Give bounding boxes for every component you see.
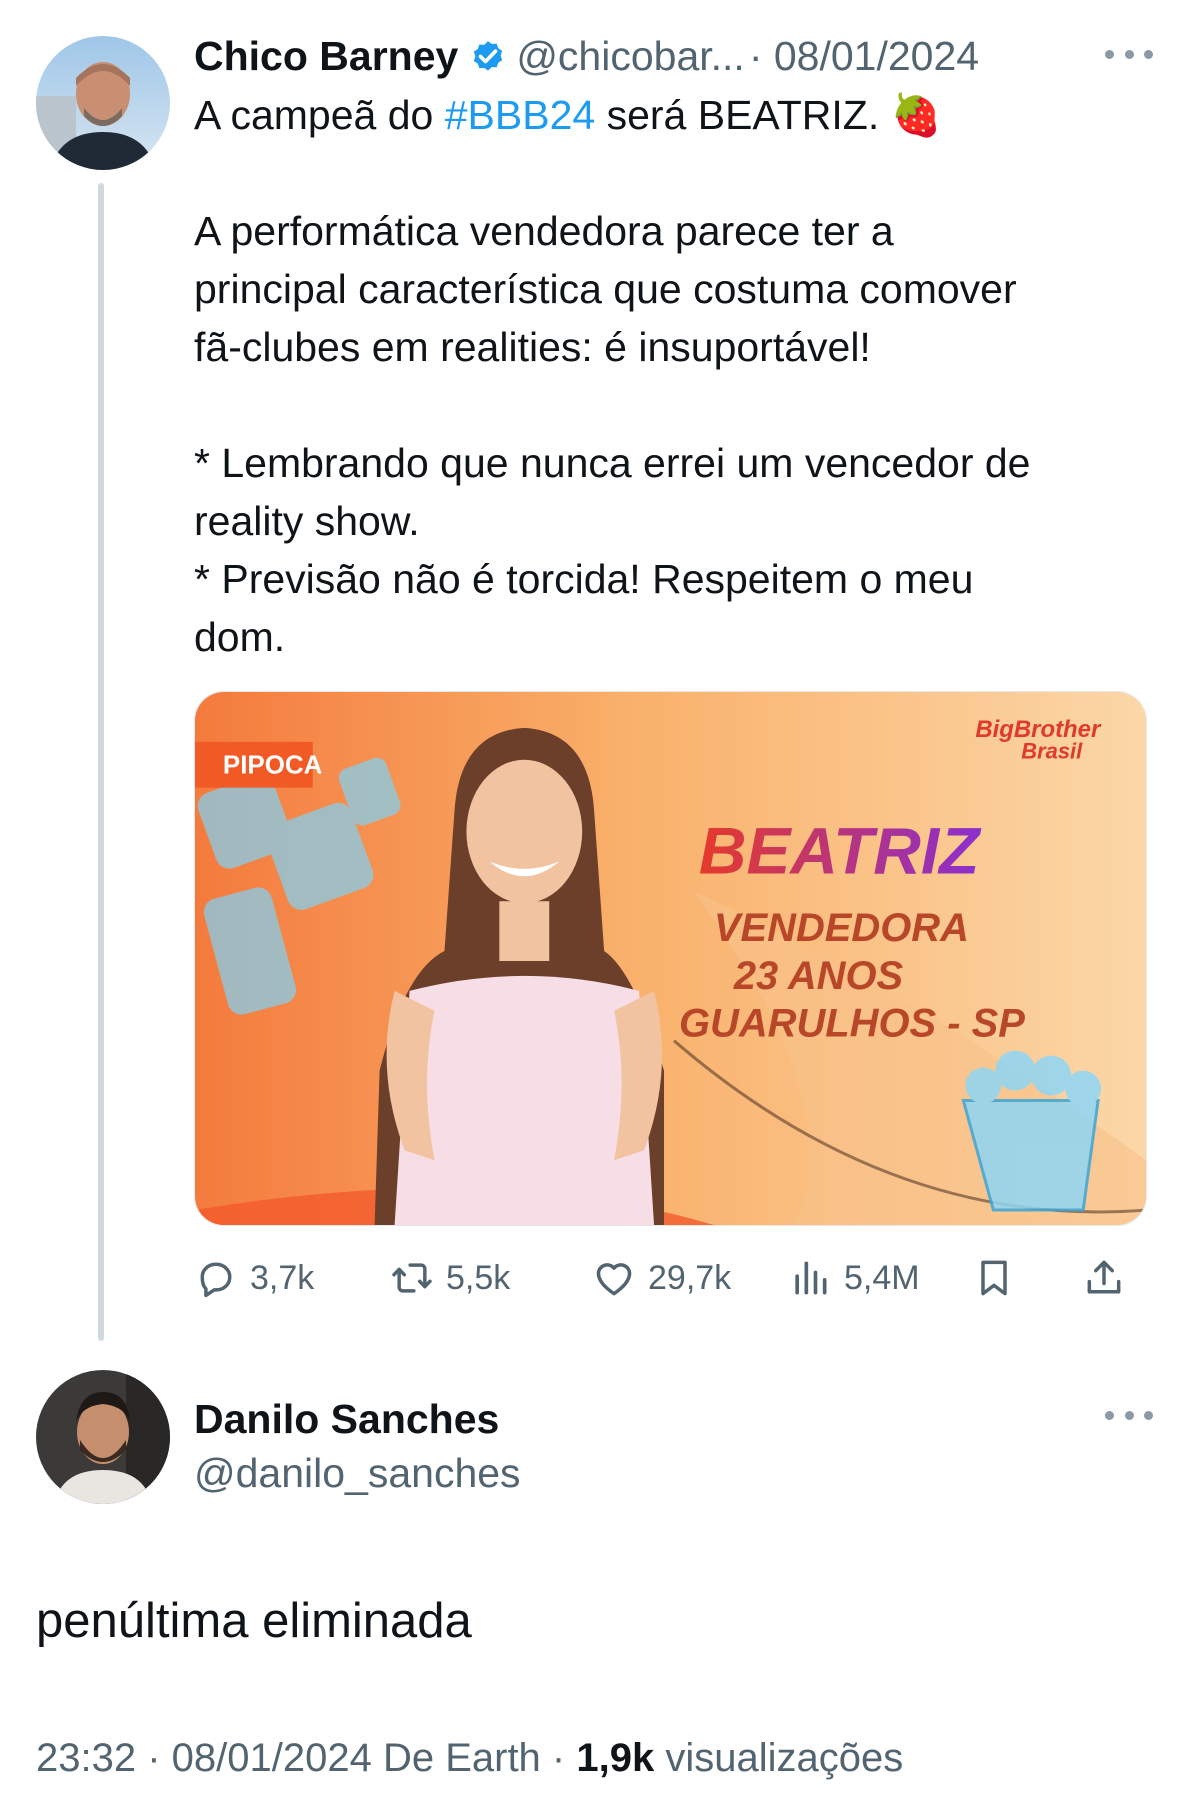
reply-more-icon[interactable] [1105, 1405, 1153, 1425]
tweet-text-body: A performática vendedora parece ter a pr… [194, 208, 1031, 660]
share-icon [1087, 1260, 1121, 1294]
reply-views-label: visualizações [654, 1736, 904, 1780]
author-handle[interactable]: @chicobar... [516, 33, 745, 80]
reply-author-name[interactable]: Danilo Sanches [194, 1396, 499, 1443]
views-button[interactable]: 5,4M [788, 1248, 920, 1308]
tweet-text: A campeã do #BBB24 será BEATRIZ. 🍓 A per… [194, 86, 1134, 666]
share-button[interactable] [1082, 1248, 1126, 1308]
chico-barney-avatar[interactable] [36, 36, 170, 170]
views-count: 5,4M [844, 1258, 920, 1297]
reply-text: penúltima eliminada [36, 1594, 472, 1648]
reply-author-handle[interactable]: @danilo_sanches [194, 1450, 521, 1497]
tweet-media-image[interactable]: PIPOCA BigBrother Brasil BEATRIZ VENDEDO… [194, 691, 1147, 1226]
reply-icon [200, 1262, 232, 1298]
retweet-icon [392, 1263, 432, 1293]
like-count: 29,7k [648, 1258, 732, 1297]
author-name[interactable]: Chico Barney [194, 33, 458, 80]
like-button[interactable]: 29,7k [592, 1248, 731, 1308]
danilo-sanches-avatar[interactable] [36, 1370, 170, 1504]
more-icon[interactable] [1105, 44, 1153, 64]
tweet-text-suffix: será BEATRIZ. 🍓 [595, 92, 942, 138]
parent-tweet-header: Chico Barney @chicobar... · 08/01/2024 [194, 28, 1064, 84]
media-tag: PIPOCA [223, 752, 323, 780]
reply-views-count: 1,9k [576, 1736, 655, 1780]
bookmark-icon [981, 1260, 1007, 1296]
media-logo-bottom: Brasil [1021, 739, 1083, 764]
reply-meta: 23:32 · 08/01/2024 De Earth · 1,9k visua… [36, 1736, 903, 1781]
media-name: BEATRIZ [699, 813, 982, 887]
hashtag-link[interactable]: #BBB24 [445, 92, 595, 138]
media-line1: VENDEDORA [714, 906, 969, 950]
chico-barney-avatar-image [36, 36, 170, 170]
verified-badge-icon [474, 41, 503, 71]
reply-timestamp[interactable]: 23:32 · 08/01/2024 De Earth · [36, 1736, 576, 1780]
retweet-button[interactable]: 5,5k [390, 1248, 510, 1308]
tweet-text-prefix: A campeã do [194, 92, 445, 138]
reply-button[interactable]: 3,7k [194, 1248, 314, 1308]
media-line2: 23 ANOS [733, 954, 904, 998]
thread-line [98, 183, 104, 1341]
bookmark-button[interactable] [972, 1248, 1016, 1308]
retweet-count: 5,5k [446, 1258, 511, 1297]
tweet-date[interactable]: · 08/01/2024 [749, 33, 979, 80]
analytics-icon [795, 1261, 827, 1295]
tweet-actions: 3,7k 5,5k 29,7k 5,4M [194, 1248, 1144, 1308]
danilo-sanches-avatar-image [36, 1370, 170, 1504]
reply-count: 3,7k [250, 1258, 315, 1297]
media-line3: GUARULHOS - SP [679, 1002, 1025, 1046]
heart-icon [596, 1263, 632, 1296]
